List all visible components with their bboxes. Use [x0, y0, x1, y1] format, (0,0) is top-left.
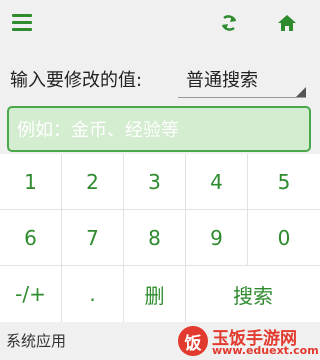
- watermark: 饭 玉饭手游网 www.eduext.com: [178, 324, 319, 358]
- key-6[interactable]: 6: [0, 210, 62, 266]
- key-sign-toggle[interactable]: -/+: [0, 266, 62, 322]
- key-8[interactable]: 8: [124, 210, 186, 266]
- value-label: 输入要修改的值:: [10, 70, 143, 91]
- key-7[interactable]: 7: [62, 210, 124, 266]
- refresh-icon[interactable]: [218, 12, 240, 34]
- key-2[interactable]: 2: [62, 154, 124, 210]
- home-icon[interactable]: [276, 12, 298, 34]
- watermark-url: www.eduext.com: [212, 344, 319, 357]
- menu-icon[interactable]: [12, 14, 32, 32]
- key-5[interactable]: 5: [248, 154, 320, 210]
- search-button[interactable]: 搜索: [186, 266, 320, 322]
- search-type-select[interactable]: 普通搜索: [178, 58, 306, 98]
- top-toolbar: [0, 0, 320, 48]
- watermark-logo: 饭: [178, 326, 208, 356]
- value-input[interactable]: [15, 108, 305, 152]
- footer-bar: 系统应用 饭 玉饭手游网 www.eduext.com: [0, 322, 320, 360]
- key-3[interactable]: 3: [124, 154, 186, 210]
- key-1[interactable]: 1: [0, 154, 62, 210]
- key-decimal[interactable]: .: [62, 266, 124, 322]
- delete-button[interactable]: 删: [124, 266, 186, 322]
- keypad: 1 2 3 4 5 6 7 8 9 0 -/+ . 删 搜索: [0, 154, 320, 322]
- dropdown-arrow-icon: [296, 87, 306, 97]
- select-underline: [178, 97, 306, 98]
- key-0[interactable]: 0: [248, 210, 320, 266]
- footer-label: 系统应用: [6, 332, 67, 350]
- search-type-value: 普通搜索: [186, 70, 258, 91]
- key-4[interactable]: 4: [186, 154, 248, 210]
- key-9[interactable]: 9: [186, 210, 248, 266]
- value-input-box: [7, 106, 311, 152]
